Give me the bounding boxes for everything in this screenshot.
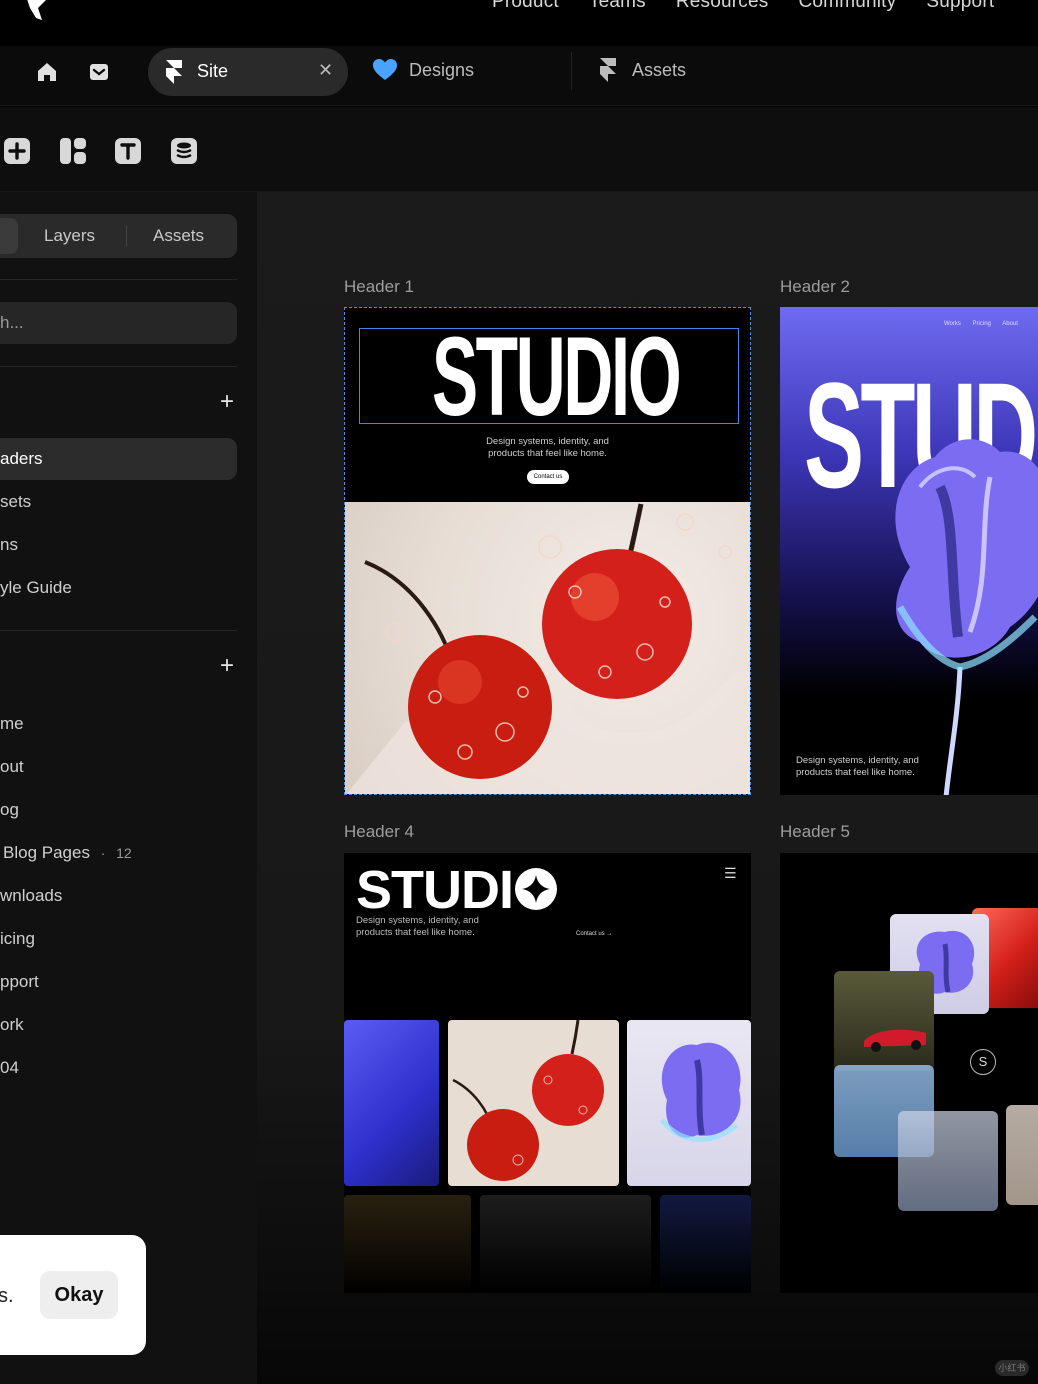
frame-label-header-5[interactable]: Header 5	[780, 822, 850, 842]
watermark: 小红书	[995, 1360, 1029, 1376]
inbox-icon[interactable]	[87, 60, 111, 84]
nav-links: Product Teams Resources Community Suppor…	[492, 0, 994, 13]
framer-icon	[600, 58, 616, 82]
home-icon[interactable]	[35, 60, 59, 84]
layout-icon[interactable]	[59, 137, 87, 165]
frame-header-2[interactable]: Works Pricing About STUD Design systems,…	[780, 307, 1038, 795]
frame-label-header-1[interactable]: Header 1	[344, 277, 414, 297]
tab-designs-label: Designs	[409, 59, 475, 80]
divider	[0, 279, 237, 280]
segment-layers[interactable]: Layers	[44, 226, 95, 246]
tab-assets[interactable]: Assets	[598, 58, 686, 82]
divider	[0, 630, 237, 631]
sparkle-o-icon	[515, 868, 557, 910]
nav-link-product[interactable]: Product	[492, 0, 559, 13]
toolbar	[0, 107, 1038, 192]
tab-designs[interactable]: Designs	[372, 58, 474, 82]
page-item-blog-pages[interactable]: Blog Pages · 12	[3, 843, 132, 863]
page-item-style-guide[interactable]: yle Guide	[0, 578, 72, 598]
tab-bar: Site ✕ Designs Assets	[0, 46, 1038, 106]
studio-s-icon: S	[970, 1049, 996, 1075]
gallery-tile-blue	[344, 1020, 439, 1186]
blog-pages-label: Blog Pages	[3, 843, 90, 862]
frame-label-header-4[interactable]: Header 4	[344, 822, 414, 842]
search-placeholder: h...	[0, 313, 24, 332]
okay-button[interactable]: Okay	[40, 1271, 118, 1319]
contact-button[interactable]: Contact us	[527, 470, 569, 484]
frame-header-1[interactable]: STUDIO Design systems, identity, and pro…	[344, 307, 751, 795]
top-nav: Product Teams Resources Community Suppor…	[0, 0, 1038, 46]
page-item-blog[interactable]: og	[0, 800, 19, 820]
cherries-image	[345, 502, 750, 794]
page-item-downloads[interactable]: wnloads	[0, 886, 62, 906]
frame-header-5[interactable]: S	[780, 853, 1038, 1293]
blog-pages-count: 12	[116, 845, 132, 861]
hamburger-menu-icon[interactable]: ☰	[724, 865, 737, 882]
gallery-tile-flower	[627, 1020, 751, 1186]
frame-subtitle: Design systems, identity, and products t…	[356, 915, 479, 938]
page-item-support[interactable]: pport	[0, 972, 39, 992]
frame-subtitle: Design systems, identity, and products t…	[486, 436, 609, 459]
tab-site-label: Site	[197, 61, 229, 81]
gallery-tile	[344, 1195, 471, 1293]
close-icon[interactable]: ✕	[318, 60, 333, 81]
segment-assets[interactable]: Assets	[153, 226, 204, 246]
design-canvas[interactable]: Header 1 STUDIO Design systems, identity…	[257, 192, 1038, 1384]
frame-subtitle: Design systems, identity, and products t…	[796, 755, 919, 778]
blog-pages-dot: ·	[100, 845, 106, 861]
tab-divider	[571, 52, 572, 90]
studio-title: STUDI	[356, 859, 561, 921]
collage-card-cherries	[1006, 1105, 1038, 1205]
page-item-headers[interactable]: aders	[0, 438, 237, 480]
page-item-pricing[interactable]: icing	[0, 929, 35, 949]
cms-database-icon[interactable]	[170, 137, 198, 165]
divider	[0, 366, 237, 367]
collage-card-car-blue	[898, 1111, 998, 1211]
toast-message: s.	[0, 1285, 14, 1307]
frame-header-4[interactable]: STUDI ☰ Design systems, identity, and pr…	[344, 853, 751, 1293]
search-input[interactable]: h...	[0, 302, 237, 344]
insert-plus-icon[interactable]	[3, 137, 31, 165]
nav-link-community[interactable]: Community	[798, 0, 896, 13]
page-item-about[interactable]: out	[0, 757, 24, 777]
page-item-icons[interactable]: ns	[0, 535, 18, 555]
panel-segmented-control: Layers Assets	[0, 214, 237, 258]
contact-link[interactable]: Contact us →	[576, 931, 612, 937]
heart-icon	[373, 59, 397, 80]
selected-text-layer[interactable]: STUDIO	[359, 314, 739, 439]
add-page-icon[interactable]: +	[220, 654, 234, 678]
cursor-logo-icon[interactable]	[24, 0, 52, 22]
framer-icon	[166, 60, 182, 84]
page-item-home[interactable]: me	[0, 714, 24, 734]
tab-assets-label: Assets	[632, 59, 687, 80]
studio-title: STUDIO	[431, 314, 682, 439]
nav-link-support[interactable]: Support	[926, 0, 994, 13]
page-item-assets[interactable]: sets	[0, 492, 31, 512]
collage-card-car	[834, 971, 934, 1071]
gallery-tile	[660, 1195, 751, 1293]
segment-pages[interactable]	[0, 218, 18, 254]
frame-label-header-2[interactable]: Header 2	[780, 277, 850, 297]
tab-site[interactable]: Site ✕	[148, 48, 348, 96]
segment-separator	[126, 226, 127, 246]
mini-nav-links: Works Pricing About	[944, 321, 1018, 327]
nav-link-resources[interactable]: Resources	[676, 0, 769, 13]
add-page-icon[interactable]: +	[220, 390, 234, 414]
gallery-tile-cherries	[448, 1020, 619, 1186]
nav-link-teams[interactable]: Teams	[589, 0, 646, 13]
left-panel: Layers Assets h... + aders sets ns yle G…	[0, 192, 257, 1384]
page-item-404[interactable]: 04	[0, 1058, 19, 1078]
page-item-work[interactable]: ork	[0, 1015, 24, 1035]
cookie-toast: s. Okay	[0, 1235, 146, 1355]
gallery-tile	[480, 1195, 651, 1293]
text-tool-icon[interactable]	[114, 137, 142, 165]
glass-flower-image	[895, 439, 1038, 795]
